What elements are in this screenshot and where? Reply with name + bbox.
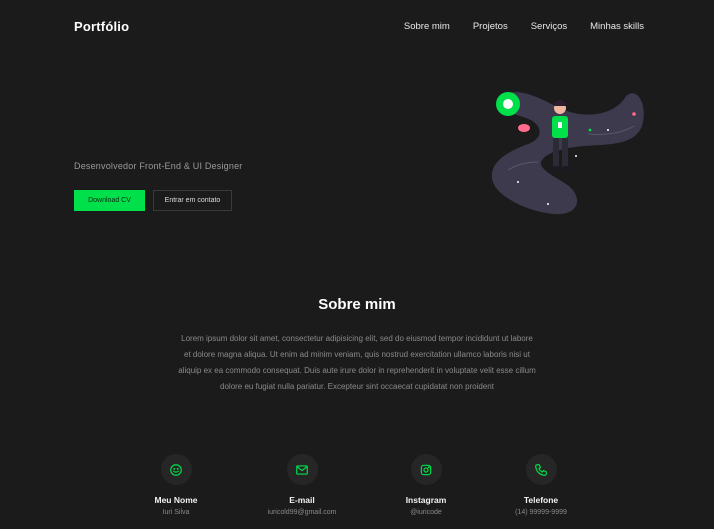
star <box>517 181 519 183</box>
nav-menu: Sobre mim Projetos Serviços Minhas skill… <box>404 21 644 32</box>
contact-label: Meu Nome <box>154 495 198 505</box>
top-nav: Portfólio Sobre mim Projetos Serviços Mi… <box>74 16 644 36</box>
contact-label: E-mail <box>289 495 315 505</box>
about-text: Lorem ipsum dolor sit amet, consectetur … <box>178 334 536 391</box>
contact-list: Meu Nome Iuri Silva E-mail iuricold99@gm… <box>0 454 714 524</box>
contact-item-phone[interactable]: Telefone (14) 99999-9999 <box>481 454 601 516</box>
nav-link-sobre-mim[interactable]: Sobre mim <box>404 21 450 32</box>
instagram-icon <box>410 454 442 485</box>
nav-link-servicos[interactable]: Serviços <box>531 21 567 32</box>
contact-item-instagram[interactable]: Instagram @iuricode <box>366 454 486 516</box>
star <box>588 128 592 132</box>
contact-label: Telefone <box>523 495 559 505</box>
contact-value[interactable]: @iuricode <box>410 509 442 516</box>
mail-icon <box>286 454 318 485</box>
contact-value[interactable]: (14) 99999-9999 <box>515 509 567 516</box>
phone-icon <box>525 454 557 485</box>
star <box>547 203 549 205</box>
nav-link-projetos[interactable]: Projetos <box>473 21 508 32</box>
contact-value[interactable]: iuricold99@gmail.com <box>268 509 337 516</box>
nav-link-minhas-skills[interactable]: Minhas skills <box>590 21 644 32</box>
about-title: Sobre mim <box>318 296 396 313</box>
download-cv-button[interactable]: Download CV <box>74 190 145 211</box>
star <box>607 129 609 131</box>
contact-item-name: Meu Nome Iuri Silva <box>116 454 236 516</box>
star <box>632 112 636 116</box>
hero-illustration <box>491 92 644 215</box>
contact-item-email[interactable]: E-mail iuricold99@gmail.com <box>242 454 362 516</box>
contact-value: Iuri Silva <box>162 509 190 516</box>
contact-label: Instagram <box>405 495 447 505</box>
pink-planet-icon <box>518 124 530 132</box>
brand-logo[interactable]: Portfólio <box>74 19 129 34</box>
star <box>575 155 577 157</box>
hero-subtitle: Desenvolvedor Front-End & UI Designer <box>74 161 243 171</box>
contact-button[interactable]: Entrar em contato <box>153 190 232 211</box>
smiley-icon <box>160 454 192 485</box>
